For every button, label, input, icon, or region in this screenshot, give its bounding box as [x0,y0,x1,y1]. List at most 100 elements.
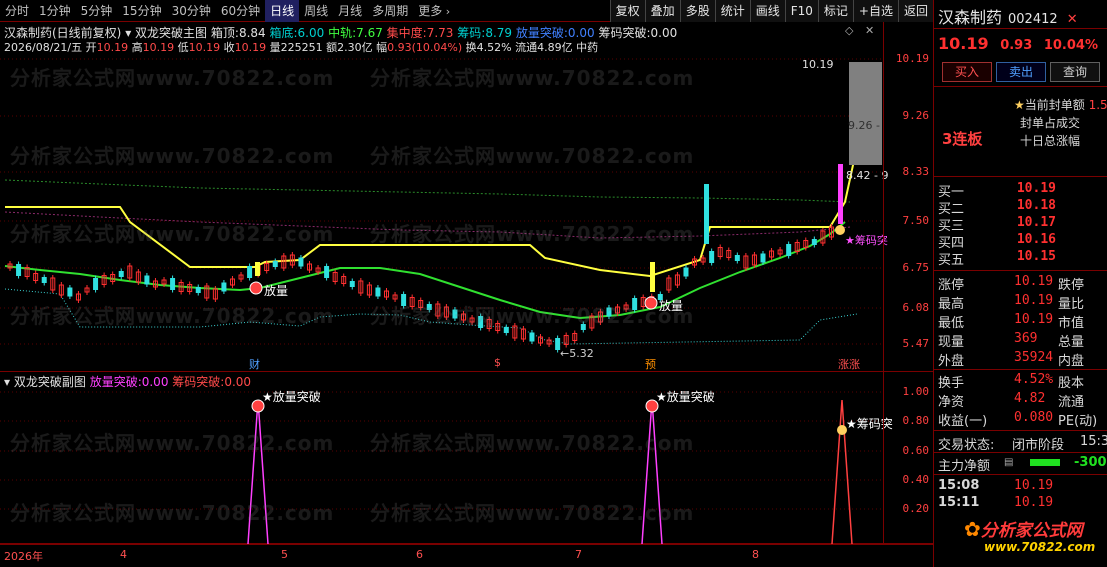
limit-up-streak: 3连板 [942,130,983,148]
tool-buttons: 复权 叠加 多股 统计 画线 F10 标记 +自选 返回 [609,0,933,22]
divider [934,430,1107,431]
change-value: 0.93(10.04%) [387,41,463,54]
ohlc-readout: 2026/08/21/五 开10.19 高10.19 低10.19 收10.19… [4,39,598,55]
side-change: 0.93 [1000,38,1033,53]
price-tag-mid: 9.26 - [848,119,880,132]
sub-tick-4: 0.20 [902,502,930,515]
arrow-icon: ✕ [1066,12,1078,27]
bid-value: 10.15 [1016,249,1056,264]
seal-amount-value: 1.5 [1088,98,1107,112]
f10-button[interactable]: F10 [784,0,818,22]
period-tab-15min[interactable]: 15分钟 [117,0,166,22]
breakout-signal-label-2: 放量 [659,299,684,313]
stat-row: 现量 369 总量 [934,331,1107,350]
time-tick-year: 2026年 [4,550,43,563]
box-bottom-value: 6.00 [297,26,325,40]
sub-chart-canvas[interactable] [0,372,883,544]
period-tab-fenshi[interactable]: 分时 [0,0,34,22]
period-tab-30min[interactable]: 30分钟 [167,0,216,22]
side-stock-title: 汉森制药 002412 ✕ [938,4,1078,28]
collapse-icon[interactable]: ◇ [845,24,853,37]
stat2-label: 收益(一) [938,414,988,429]
bid-value: 10.18 [1016,198,1056,213]
breakout-signal-label-1: 放量 [264,284,289,298]
stat2-label: 换手 [938,376,965,391]
stat2-row: 收益(一) 0.080 PE(动) [934,410,1107,429]
multi-stock-button[interactable]: 多股 [679,0,715,22]
stat-label-2: 跌停 [1058,278,1085,293]
price-tick-5: 6.08 [902,301,930,314]
float-value: 4.89亿 [537,41,573,54]
low-value: 10.19 [188,41,221,54]
event-marker-dividend[interactable]: $ [494,356,501,369]
sell-button[interactable]: 卖出 [996,62,1046,82]
stat-value: 10.19 [1014,274,1054,289]
volume-label: 量 [269,41,281,54]
chip-signal-label: ★筹码突 [845,234,888,247]
box-top-value: 8.84 [238,26,266,40]
overlay-button[interactable]: 叠加 [644,0,680,22]
chip-value: 8.79 [485,26,513,40]
stats-button[interactable]: 统计 [714,0,750,22]
chip-label: 筹码: [457,26,486,40]
sub-tick-0: 1.00 [902,385,930,398]
close-value: 10.19 [234,41,267,54]
stat-label: 最高 [938,297,965,312]
price-tick-0: 10.19 [895,52,929,65]
tick-row: 15:08 10.19 [934,478,1107,494]
period-tab-weekly[interactable]: 周线 [299,0,333,22]
event-marker-forecast[interactable]: 预 [645,356,656,372]
price-tick-3: 7.50 [902,214,930,227]
tick-price: 10.19 [1014,495,1054,510]
adjust-button[interactable]: 复权 [609,0,645,22]
divider [934,474,1107,475]
tick-time: 15:08 [938,478,980,493]
sub-tick-1: 0.80 [902,414,930,427]
stock-chart-title: 汉森制药(日线前复权) [4,26,122,40]
period-tab-daily[interactable]: 日线 [265,0,300,22]
sub-expand-icon[interactable]: ▾ [4,375,14,389]
main-chart-canvas[interactable] [0,22,883,372]
sub-chip-label: 筹码突破: [172,375,225,389]
stat-label-2: 市值 [1058,316,1085,331]
close-icon[interactable]: ✕ [865,24,874,37]
period-toolbar: 分时 1分钟 5分钟 15分钟 30分钟 60分钟 日线 周线 月线 多周期 更… [0,0,933,22]
indicator-name[interactable]: 双龙突破主图 [135,26,207,40]
tick-price: 10.19 [1014,478,1054,493]
buy-button[interactable]: 买入 [942,62,992,82]
sub-indicator-name[interactable]: 双龙突破副图 [14,375,86,389]
time-tick-4: 4 [120,548,127,561]
period-tab-1min[interactable]: 1分钟 [34,0,76,22]
bid-value: 10.17 [1016,215,1056,230]
period-tab-multi[interactable]: 多周期 [367,0,413,22]
main-net-row: 主力净额 ▤ -300 [934,455,1107,474]
period-tab-5min[interactable]: 5分钟 [76,0,118,22]
event-marker-finance[interactable]: 财 [249,356,260,372]
stat2-value: 0.080 [1014,410,1054,425]
event-marker-limit-up[interactable]: 涨涨 [838,356,860,372]
period-tab-60min[interactable]: 60分钟 [216,0,265,22]
period-tab-monthly[interactable]: 月线 [333,0,367,22]
seal-ratio-label: 封单占成交 [1020,116,1081,130]
query-button[interactable]: 查询 [1050,62,1100,82]
chip-breakout-label: 筹码突破: [598,26,651,40]
draw-line-button[interactable]: 画线 [749,0,785,22]
time-tick-8: 8 [752,548,759,561]
divider [934,452,1107,453]
stat-label-2: 内盘 [1058,354,1085,369]
add-watchlist-button[interactable]: +自选 [852,0,898,22]
sub-indicator-panel[interactable]: ▾ 双龙突破副图 放量突破:0.00 筹码突破:0.00 ★放量突破 ★放量突破… [0,372,933,544]
back-button[interactable]: 返回 [897,0,933,22]
indicator-expand-icon[interactable]: ▾ [125,26,135,40]
stat-value: 369 [1014,331,1038,346]
period-tab-more[interactable]: 更多 › [413,0,455,22]
side-pct: 10.04% [1043,38,1098,53]
bid-row: 买二 10.18 [934,198,1107,217]
list-icon[interactable]: ▤ [1004,457,1013,468]
main-chart-panel[interactable]: 汉森制药(日线前复权) ▾ 双龙突破主图 箱顶:8.84 箱底:6.00 中轨:… [0,22,933,372]
mark-button[interactable]: 标记 [817,0,853,22]
logo-url: www.70822.com [984,540,1096,554]
open-label: 开 [85,41,97,54]
trade-state-value: 闭市阶段 [1012,438,1065,453]
turnover-value: 4.52% [476,41,512,54]
